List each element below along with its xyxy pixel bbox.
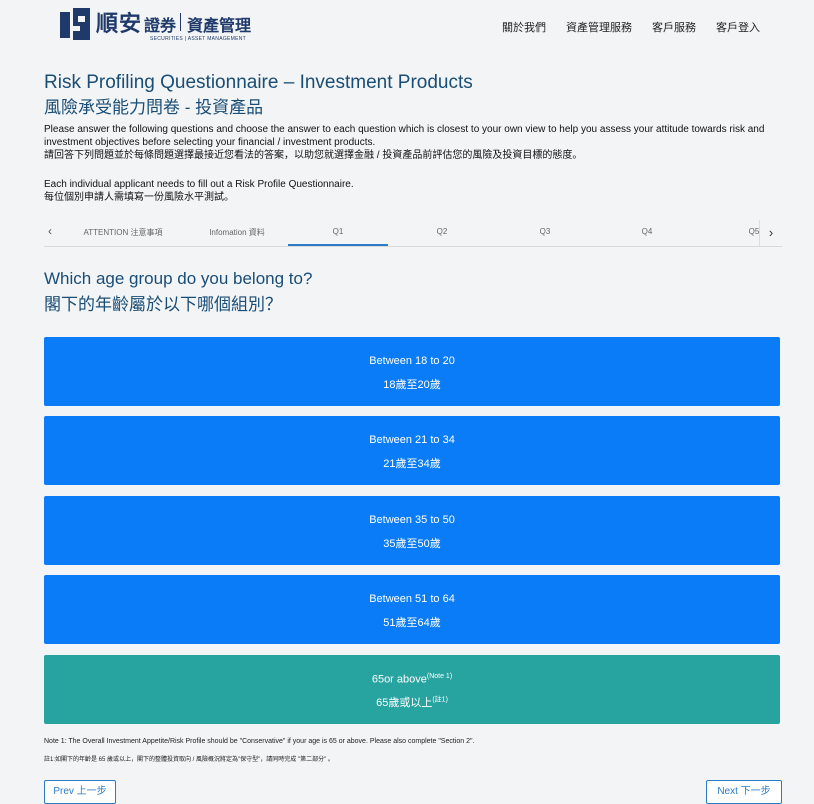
question-text-zh: 閣下的年齡屬於以下哪個組別？ [44, 295, 282, 314]
applicant-note-zh: 每位個別申請人需填寫一份風險水平測試。 [44, 192, 234, 203]
prev-button[interactable]: Prev 上一步 [44, 780, 116, 804]
logo-mark [60, 8, 90, 40]
option-label-zh: 35歲至50歲 [383, 538, 441, 550]
applicant-note: Each individual applicant needs to fill … [44, 178, 774, 204]
applicant-note-en: Each individual applicant needs to fill … [44, 179, 354, 190]
option-label-zh: 18歲至20歲 [383, 379, 441, 391]
page-title-en: Risk Profiling Questionnaire – Investmen… [44, 72, 473, 93]
chevron-right-icon[interactable]: › [759, 220, 782, 246]
option-label-en: 65or above [371, 673, 427, 686]
footnote-en: Note 1: The Overall Investment Appetite/… [44, 738, 475, 745]
answer-option-21-34[interactable]: Between 21 to 34 21歲至34歲 [44, 416, 780, 485]
intro-zh: 請回答下列問題並於每條問題選擇最接近您看法的答案，以助您就選擇金融 / 投資產品… [44, 150, 583, 161]
tab-attention[interactable]: ATTENTION 注意事項 [68, 227, 178, 238]
nav-asset-management[interactable]: 資產管理服務 [566, 19, 632, 35]
main-nav: 關於我們 資產管理服務 客戶服務 客戶登入 [502, 19, 760, 35]
tab-q2[interactable]: Q2 [392, 227, 492, 236]
option-label-zh: 51歲至64歲 [383, 617, 441, 629]
nav-client-login[interactable]: 客戶登入 [716, 19, 760, 35]
question-text-en: Which age group do you belong to? [44, 269, 313, 288]
logo-name: 順安 [96, 11, 143, 37]
chevron-left-icon[interactable]: ‹ [40, 224, 60, 238]
next-button[interactable]: Next 下一步 [706, 780, 782, 804]
answer-option-18-20[interactable]: Between 18 to 20 18歲至20歲 [44, 337, 780, 406]
tab-q1[interactable]: Q1 [288, 227, 388, 246]
option-label-en: Between 51 to 64 [369, 593, 455, 605]
option-label-en: Between 35 to 50 [369, 514, 455, 526]
tab-q4[interactable]: Q4 [597, 227, 697, 236]
tab-q3[interactable]: Q3 [495, 227, 595, 236]
logo-name-securities: 證券 [144, 16, 177, 35]
site-header: 順安 證券 資產管理 SECURITIES | ASSET MANAGEMENT… [0, 0, 814, 52]
note-ref-zh: (註1) [432, 696, 448, 704]
logo-name-asset: 資產管理 [187, 16, 252, 35]
page-title-zh: 風險承受能力問卷 - 投資產品 [44, 98, 264, 117]
option-label-en: Between 18 to 20 [369, 355, 455, 367]
question-tabs: ‹ ATTENTION 注意事項 Infomation 資料 Q1 Q2 Q3 … [44, 220, 782, 247]
note-ref: (Note 1) [426, 673, 453, 680]
nav-about-us[interactable]: 關於我們 [502, 19, 546, 35]
option-label-en: Between 21 to 34 [369, 434, 455, 446]
tab-information[interactable]: Infomation 資料 [192, 227, 282, 238]
answer-option-51-64[interactable]: Between 51 to 64 51歲至64歲 [44, 575, 780, 644]
intro-en: Please answer the following questions an… [44, 124, 765, 148]
intro-text: Please answer the following questions an… [44, 123, 774, 162]
company-logo[interactable]: 順安 證券 資產管理 SECURITIES | ASSET MANAGEMENT [60, 6, 251, 42]
answer-option-35-50[interactable]: Between 35 to 50 35歲至50歲 [44, 496, 780, 565]
footnote-zh: 註1:如閣下的年齡是 65 歲或以上，閣下的整體投資取向 / 風險概況將定為"保… [44, 757, 334, 763]
option-label-zh: 21歲至34歲 [383, 458, 441, 470]
logo-subtitle: SECURITIES | ASSET MANAGEMENT [150, 36, 247, 42]
option-label-zh: 65歲或以上 [376, 697, 433, 709]
nav-customer-service[interactable]: 客戶服務 [652, 19, 696, 35]
answer-option-65-above[interactable]: 65or above(Note 1) 65歲或以上(註1) [44, 655, 780, 724]
